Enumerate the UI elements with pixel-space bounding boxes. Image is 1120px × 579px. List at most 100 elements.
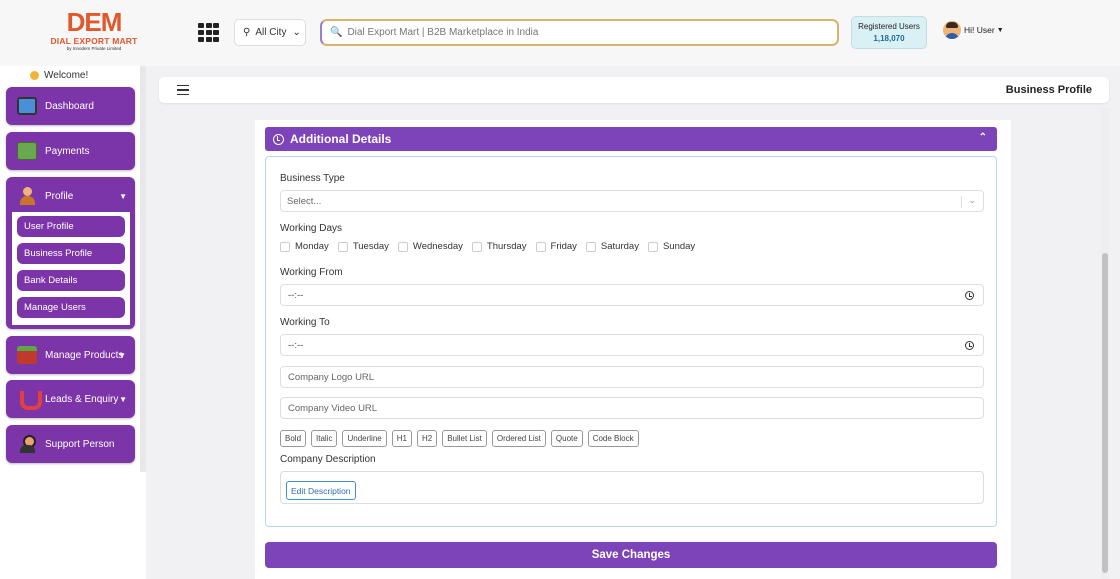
day-sunday[interactable]: Sunday [647, 241, 695, 252]
sidebar-scrollbar[interactable] [140, 66, 146, 472]
support-icon [17, 435, 37, 453]
day-monday[interactable]: Monday [280, 241, 329, 252]
company-logo-url-input[interactable]: Company Logo URL [280, 366, 984, 388]
company-video-url-input[interactable]: Company Video URL [280, 397, 984, 419]
topbar: Business Profile [159, 77, 1109, 103]
checkbox[interactable] [337, 241, 348, 252]
sidebar-item-label: Leads & Enquiry [45, 393, 119, 405]
location-pin-icon: ⚲ [243, 27, 251, 38]
user-greeting: Hi! User [964, 25, 995, 35]
day-thursday[interactable]: Thursday [471, 241, 527, 252]
sidebar-group-profile: Profile ▼ User Profile Business Profile … [6, 177, 135, 329]
toolbar-h1-button[interactable]: H1 [391, 430, 412, 447]
toolbar-bullet-list-button[interactable]: Bullet List [442, 430, 487, 447]
day-label: Monday [295, 241, 329, 252]
sidebar-item-leads-enquiry[interactable]: Leads & Enquiry ▼ [6, 380, 135, 418]
toolbar-quote-button[interactable]: Quote [550, 430, 583, 447]
caret-down-icon: ▼ [118, 350, 126, 360]
business-type-label: Business Type [280, 173, 345, 184]
toolbar-ordered-list-button[interactable]: Ordered List [491, 430, 546, 447]
day-label: Thursday [486, 241, 527, 252]
section-body: Business Type Select... ⌄ Working Days M… [265, 156, 997, 527]
submenu-item-business-profile[interactable]: Business Profile [17, 243, 125, 264]
user-menu[interactable]: Hi! User ▼ [943, 21, 1004, 39]
edit-description-button[interactable]: Edit Description [286, 481, 356, 500]
day-saturday[interactable]: Saturday [585, 241, 639, 252]
welcome-text: Welcome! [30, 70, 88, 81]
sidebar-item-profile[interactable]: Profile ▼ [6, 177, 135, 215]
main-scrollbar[interactable] [1101, 108, 1109, 579]
apps-grid-icon[interactable] [198, 23, 219, 42]
checkbox[interactable] [647, 241, 658, 252]
checkbox[interactable] [535, 241, 546, 252]
day-friday[interactable]: Friday [535, 241, 577, 252]
day-tuesday[interactable]: Tuesday [337, 241, 389, 252]
caret-down-icon: ▼ [996, 26, 1004, 34]
toolbar-code-block-button[interactable]: Code Block [587, 430, 639, 447]
logo[interactable]: DEM DIAL EXPORT MART by Innodem Private … [44, 8, 144, 56]
toolbar-italic-button[interactable]: Italic [311, 430, 338, 447]
scrollbar-thumb[interactable] [1102, 253, 1108, 573]
day-label: Saturday [600, 241, 639, 252]
working-from-input[interactable]: --:-- [280, 284, 984, 306]
sidebar-item-label: Manage Products [45, 349, 124, 361]
toolbar-underline-button[interactable]: Underline [342, 430, 387, 447]
caret-down-icon: ▼ [119, 191, 127, 201]
sidebar-item-dashboard[interactable]: Dashboard [6, 87, 135, 125]
chevron-down-icon: ⌄ [292, 27, 301, 38]
submenu-item-manage-users[interactable]: Manage Users [17, 297, 125, 318]
working-to-value: --:-- [288, 339, 304, 351]
chevron-up-icon[interactable]: ⌃ [979, 132, 987, 143]
search-icon: 🔍 [330, 27, 343, 38]
registered-users-badge: Registered Users 1,18,070 [851, 16, 927, 49]
checkbox[interactable] [471, 241, 482, 252]
working-to-label: Working To [280, 317, 330, 328]
sidebar-item-support-person[interactable]: Support Person [6, 425, 135, 463]
company-description-box[interactable]: Edit Description [280, 471, 984, 504]
company-video-url-placeholder: Company Video URL [288, 402, 378, 414]
search-input[interactable] [347, 27, 837, 38]
chevron-down-icon: ⌄ [968, 195, 976, 205]
city-select[interactable]: ⚲ All City ⌄ [234, 19, 306, 46]
profile-submenu: User Profile Business Profile Bank Detai… [12, 212, 130, 325]
submenu-item-bank-details[interactable]: Bank Details [17, 270, 125, 291]
working-days-label: Working Days [280, 223, 343, 234]
caret-down-icon: ▼ [119, 394, 127, 404]
search-bar[interactable]: 🔍 [320, 19, 839, 46]
select-divider [961, 196, 962, 208]
checkbox[interactable] [585, 241, 596, 252]
menu-toggle-icon[interactable] [177, 85, 189, 95]
sidebar-item-label: Support Person [45, 438, 115, 450]
business-type-select[interactable]: Select... ⌄ [280, 190, 984, 212]
day-label: Friday [550, 241, 577, 252]
toolbar-bold-button[interactable]: Bold [280, 430, 307, 447]
working-from-label: Working From [280, 267, 343, 278]
clock-icon[interactable] [965, 341, 974, 350]
header: DEM DIAL EXPORT MART by Innodem Private … [0, 0, 1120, 66]
sidebar-item-manage-products[interactable]: Manage Products ▼ [6, 336, 135, 374]
checkbox[interactable] [397, 241, 408, 252]
clock-icon [273, 133, 284, 145]
clock-icon[interactable] [965, 291, 974, 300]
sidebar-item-payments[interactable]: Payments [6, 132, 135, 170]
working-to-input[interactable]: --:-- [280, 334, 984, 356]
person-icon [17, 187, 37, 205]
welcome-label: Welcome! [44, 70, 89, 81]
checkbox[interactable] [280, 241, 290, 252]
monitor-icon [17, 97, 37, 115]
toolbar-h2-button[interactable]: H2 [416, 430, 438, 447]
working-days-group: Monday Tuesday Wednesday Thursday Friday… [280, 241, 704, 252]
editor-toolbar: Bold Italic Underline H1 H2 Bullet List … [280, 430, 644, 447]
business-type-value: Select... [287, 195, 322, 207]
day-wednesday[interactable]: Wednesday [397, 241, 463, 252]
logo-mark: DEM [66, 7, 123, 37]
magnet-icon [17, 390, 42, 410]
save-changes-button[interactable]: Save Changes [265, 542, 997, 568]
section-header-additional-details[interactable]: Additional Details ⌃ [265, 127, 997, 151]
sidebar-item-label: Dashboard [45, 100, 94, 112]
company-logo-url-placeholder: Company Logo URL [288, 371, 375, 383]
submenu-item-user-profile[interactable]: User Profile [17, 216, 125, 237]
payment-icon [17, 142, 37, 160]
day-label: Tuesday [352, 241, 389, 252]
section-title: Additional Details [290, 132, 392, 146]
